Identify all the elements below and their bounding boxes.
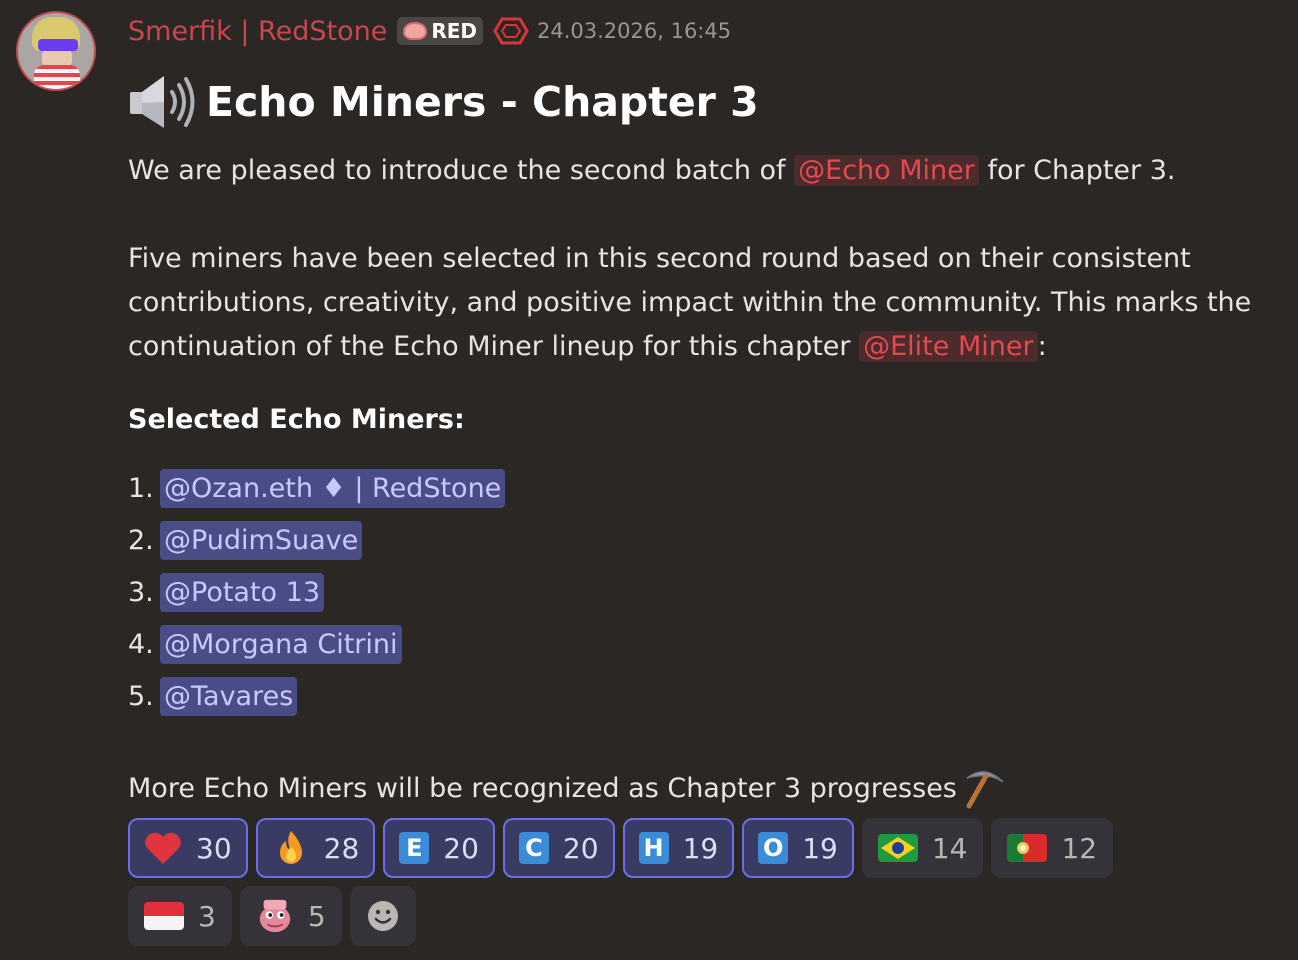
reaction-count: 20 <box>562 831 599 865</box>
brazil-flag-icon <box>877 834 918 862</box>
letter-e-icon: E <box>399 832 430 864</box>
reaction-count: 3 <box>198 899 216 933</box>
pickaxe-icon <box>966 771 1004 809</box>
body-line-3-end: : <box>1037 331 1047 362</box>
reaction-count: 19 <box>802 831 838 865</box>
intro-paragraph: We are pleased to introduce the second b… <box>128 149 1175 193</box>
reaction-brazil-flag[interactable]: 14 <box>861 818 984 878</box>
list-number: 4. <box>128 628 154 660</box>
miners-list: 1. @Ozan.eth ♦ | RedStone 2. @PudimSuave… <box>128 462 506 722</box>
body-line-3-text: continuation of the Echo Miner lineup fo… <box>128 331 860 362</box>
message-header: Smerfik | RedStone RED 24.03.2026, 16:45 <box>128 12 731 50</box>
body-line-3: continuation of the Echo Miner lineup fo… <box>128 325 1251 369</box>
letter-o-icon: O <box>758 832 789 864</box>
reaction-count: 5 <box>307 899 326 933</box>
reaction-letter-e[interactable]: E 20 <box>383 818 495 878</box>
reaction-count: 30 <box>196 831 232 865</box>
add-reaction-button[interactable] <box>349 886 416 946</box>
chat-message: Smerfik | RedStone RED 24.03.2026, 16:45… <box>0 0 1298 960</box>
username[interactable]: Smerfik | RedStone <box>128 16 387 47</box>
timestamp[interactable]: 24.03.2026, 16:45 <box>537 19 731 43</box>
message-title: Echo Miners - Chapter 3 <box>128 72 759 132</box>
reactions-bar: 30 28 E 20 C 20 H 19 O 19 14 12 3 5 <box>128 818 1248 954</box>
role-mention-elite-miner[interactable]: @Elite Miner <box>859 331 1038 362</box>
reaction-letter-h[interactable]: H 19 <box>622 818 735 878</box>
reaction-pepe[interactable]: 5 <box>239 886 342 946</box>
list-number: 2. <box>128 524 154 556</box>
reaction-count: 14 <box>931 831 968 865</box>
user-mention[interactable]: @Morgana Citrini <box>160 624 402 664</box>
speaker-icon <box>130 76 195 128</box>
hexagon-icon <box>493 17 529 45</box>
user-mention[interactable]: @Ozan.eth ♦ | RedStone <box>160 468 506 508</box>
body-line-1: Five miners have been selected in this s… <box>128 243 1191 274</box>
user-mention[interactable]: @PudimSuave <box>160 520 363 560</box>
avatar[interactable] <box>16 11 96 91</box>
intro-text-end: for Chapter 3. <box>978 155 1176 186</box>
gem-icon <box>403 22 428 40</box>
title-text: Echo Miners - Chapter 3 <box>206 78 759 126</box>
role-tag[interactable]: RED <box>397 17 483 45</box>
user-mention[interactable]: @Tavares <box>160 676 298 716</box>
intro-text: We are pleased to introduce the second b… <box>128 155 795 186</box>
list-item: 5. @Tavares <box>128 670 505 722</box>
pepe-icon <box>256 897 294 935</box>
reaction-letter-o[interactable]: O 19 <box>742 818 854 878</box>
list-item: 2. @PudimSuave <box>128 514 505 566</box>
closing-text: More Echo Miners will be recognized as C… <box>128 772 957 804</box>
reaction-count: 12 <box>1061 831 1098 865</box>
selected-heading: Selected Echo Miners: <box>128 404 465 435</box>
fire-icon <box>272 829 310 867</box>
role-mention-echo-miner[interactable]: @Echo Miner <box>794 155 979 186</box>
list-number: 5. <box>128 680 154 712</box>
list-number: 3. <box>128 576 154 608</box>
list-number: 1. <box>128 472 154 504</box>
heart-icon <box>144 829 182 867</box>
reaction-heart[interactable]: 30 <box>128 818 248 878</box>
closing-line: More Echo Miners will be recognized as C… <box>128 766 1007 810</box>
letter-h-icon: H <box>638 832 669 864</box>
reaction-fire[interactable]: 28 <box>255 818 376 878</box>
body-line-2: contributions, creativity, and positive … <box>128 287 1252 318</box>
list-item: 4. @Morgana Citrini <box>128 618 505 670</box>
reaction-count: 19 <box>682 831 719 865</box>
reaction-letter-c[interactable]: C 20 <box>502 818 615 878</box>
smiley-add-icon <box>367 901 398 931</box>
portugal-flag-icon <box>1007 834 1048 862</box>
letter-c-icon: C <box>518 832 549 864</box>
reaction-portugal-flag[interactable]: 12 <box>991 818 1114 878</box>
reaction-count: 28 <box>323 831 360 865</box>
list-item: 3. @Potato 13 <box>128 566 505 618</box>
indonesia-flag-icon <box>144 902 184 930</box>
role-tag-label: RED <box>431 19 477 43</box>
body-paragraph: Five miners have been selected in this s… <box>128 237 1251 369</box>
reaction-count: 20 <box>443 831 479 865</box>
list-item: 1. @Ozan.eth ♦ | RedStone <box>128 462 506 514</box>
user-mention[interactable]: @Potato 13 <box>160 572 325 612</box>
reaction-indonesia-flag[interactable]: 3 <box>128 886 232 946</box>
